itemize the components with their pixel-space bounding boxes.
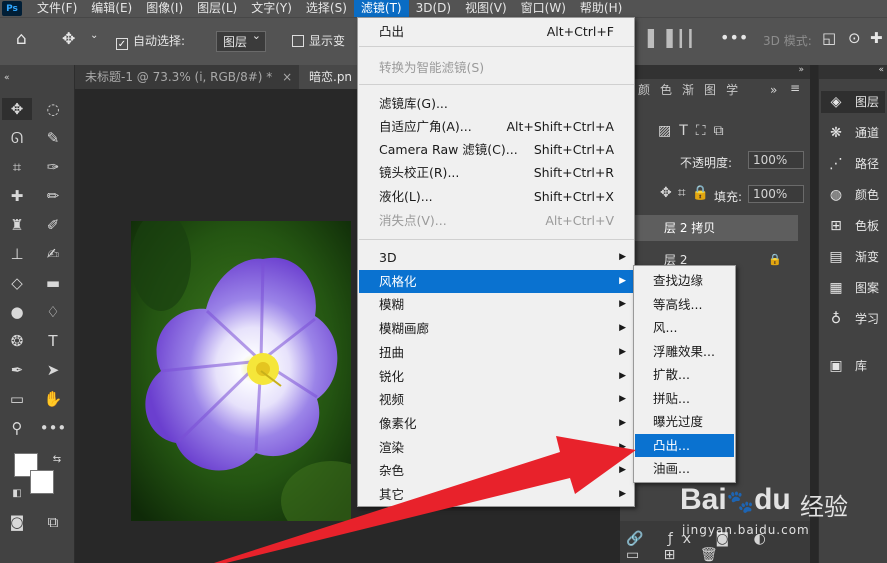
baidu-brand-2: du xyxy=(754,483,791,516)
watermark-url: jingyan.baidu.com xyxy=(682,523,810,537)
baidu-brand: Bai xyxy=(680,483,727,516)
annotation-arrow xyxy=(214,436,636,563)
baidu-logo: Bai🐾du xyxy=(680,483,791,517)
jingyan-text: 经验 xyxy=(800,493,848,521)
red-arrow-icon xyxy=(214,436,636,563)
baidu-jingyan-watermark: Bai🐾du 经验 jingyan.baidu.com xyxy=(680,483,880,563)
paw-icon: 🐾 xyxy=(726,489,755,514)
